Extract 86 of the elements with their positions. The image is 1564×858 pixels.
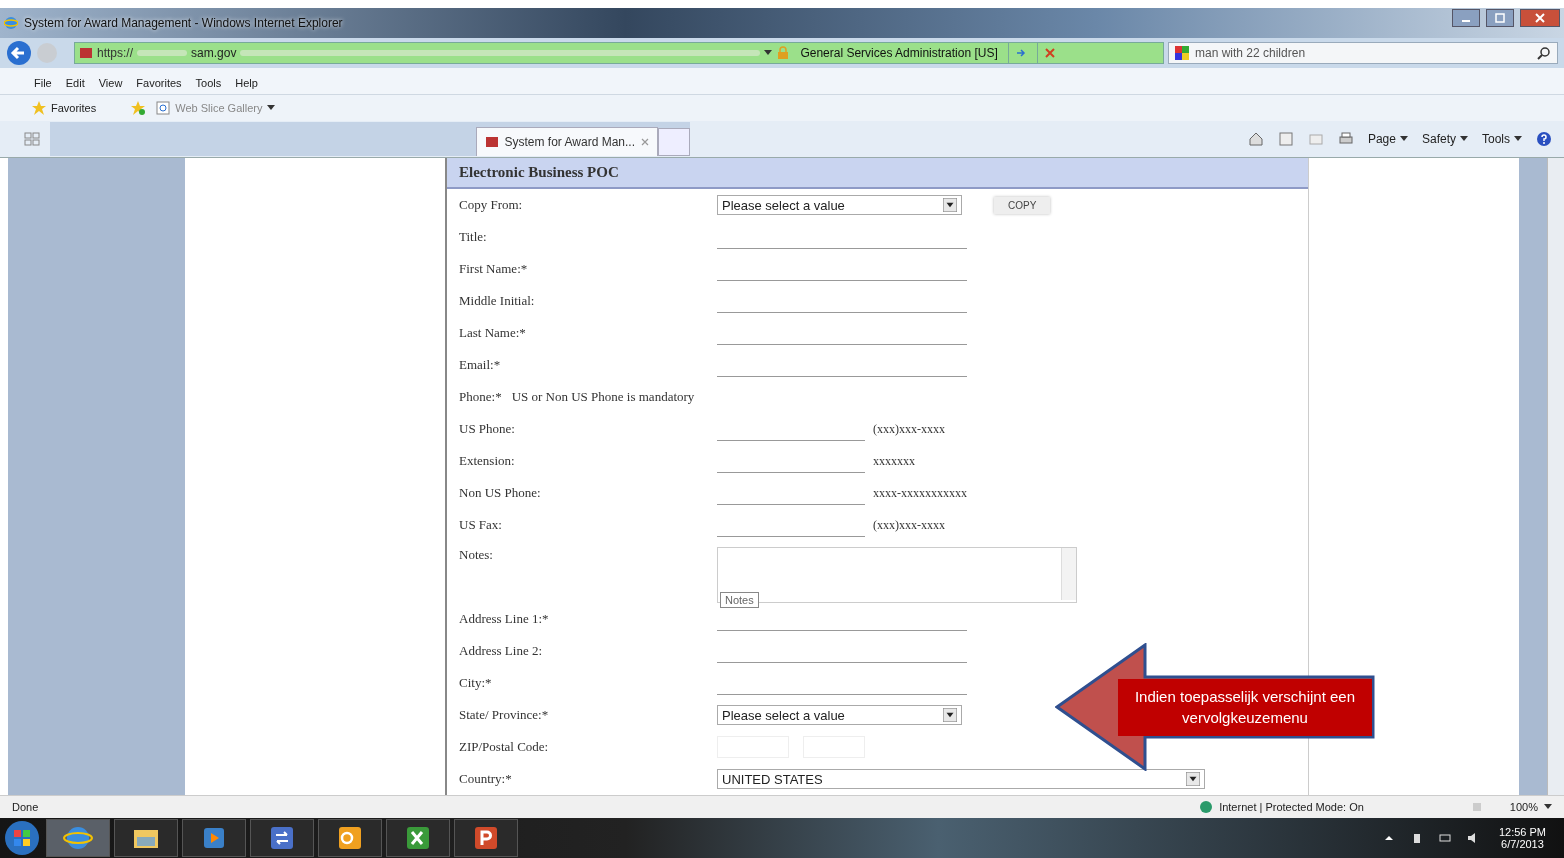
field-label: US Phone: — [459, 421, 516, 437]
select-field[interactable]: UNITED STATES — [717, 769, 1205, 789]
home-icon[interactable] — [1247, 131, 1264, 147]
site-icon — [484, 135, 499, 149]
caret-icon[interactable] — [1544, 804, 1552, 810]
field-label: Address Line 1:* — [459, 611, 550, 627]
field-label: Address Line 2: — [459, 643, 544, 659]
menu-item[interactable]: Tools — [195, 77, 222, 89]
menu-item[interactable]: Help — [235, 77, 258, 89]
field-label: Copy From: — [459, 197, 524, 213]
menu-item[interactable]: Favorites — [136, 77, 182, 89]
field-label: ZIP/Postal Code: — [459, 739, 550, 755]
web-slice-icon[interactable] — [156, 101, 171, 115]
close-icon — [1535, 13, 1545, 23]
command-menu[interactable]: Safety — [1421, 132, 1456, 146]
address-field[interactable]: https:// sam.gov General Services Administration [US] — [74, 42, 1164, 64]
caret-icon[interactable] — [1399, 136, 1408, 142]
section-title: Electronic Business POC — [447, 158, 1308, 189]
format-hint: (xxx)xxx-xxxx — [873, 421, 945, 437]
command-menu[interactable]: Tools — [1482, 132, 1510, 146]
maximize-icon — [1495, 13, 1505, 23]
refresh-icon[interactable] — [1014, 47, 1027, 59]
select-field[interactable]: Please select a value — [717, 705, 962, 725]
quick-tabs-icon[interactable] — [24, 132, 40, 146]
caret-icon[interactable] — [1460, 136, 1468, 142]
clock[interactable]: 12:56 PM 6/7/2013 — [1488, 826, 1564, 850]
field-label: Title: — [459, 229, 488, 245]
site-icon — [79, 46, 93, 60]
add-favorite-icon[interactable] — [131, 101, 146, 115]
window-title: System for Award Management - Windows Internet Explorer — [24, 16, 343, 30]
zoom-level[interactable]: 100% — [1509, 801, 1538, 813]
close-button[interactable] — [1520, 9, 1560, 27]
minimize-icon — [1462, 20, 1470, 22]
maximize-button[interactable] — [1486, 9, 1514, 27]
format-hint: (xxx)xxx-xxxx — [873, 517, 945, 533]
field-label: Notes: — [459, 547, 494, 563]
field-label: City:* — [459, 675, 493, 691]
tab-title[interactable]: System for Award Man... — [504, 135, 635, 149]
field-label: Country:* — [459, 771, 513, 787]
scrollbar[interactable] — [1547, 158, 1564, 795]
field-label: Last Name:* — [459, 325, 527, 341]
field-label: Extension: — [459, 453, 516, 469]
favorites-button[interactable]: Favorites — [51, 102, 97, 114]
field-label: State/ Province:* — [459, 707, 550, 723]
search-icon[interactable] — [1537, 46, 1551, 60]
stop-icon[interactable] — [1043, 47, 1056, 59]
scrollbar[interactable] — [1061, 548, 1076, 600]
security-zone: Internet | Protected Mode: On — [1219, 801, 1364, 813]
dropdown-icon[interactable] — [1186, 772, 1200, 786]
lock-icon — [776, 46, 791, 60]
search-field[interactable]: man with 22 children — [1168, 42, 1558, 64]
command-menu[interactable]: Page — [1367, 132, 1396, 146]
callout-text: Indien toepasselijk verschijnt een vervolgkeuzemenu — [1118, 679, 1372, 736]
start-button[interactable] — [2, 818, 42, 858]
format-hint: xxxx-xxxxxxxxxxx — [873, 485, 967, 501]
field-label: US Fax: — [459, 517, 503, 533]
field-label: Email:* — [459, 357, 502, 373]
security-label[interactable]: General Services Administration [US] — [794, 46, 1004, 60]
browser-tab[interactable]: System for Award Man... — [475, 127, 658, 156]
caret-icon[interactable] — [1514, 136, 1522, 142]
help-icon[interactable] — [1536, 131, 1552, 147]
format-hint: xxxxxxx — [873, 453, 915, 469]
print-icon[interactable] — [1337, 131, 1354, 147]
field-label: Phone:* — [459, 389, 502, 405]
field-label: First Name:* — [459, 261, 529, 277]
tooltip: Notes — [720, 592, 759, 608]
dropdown-icon[interactable] — [943, 198, 957, 212]
globe-icon — [1199, 800, 1214, 814]
copy-button[interactable]: COPY — [994, 196, 1051, 214]
caret-icon[interactable] — [764, 50, 773, 56]
minimize-button[interactable] — [1452, 9, 1480, 27]
browser-icon — [4, 16, 18, 30]
caret-icon[interactable] — [267, 105, 276, 111]
dropdown-icon[interactable] — [943, 708, 957, 722]
menu-item[interactable]: Edit — [65, 77, 85, 89]
close-icon[interactable] — [641, 138, 649, 146]
search-provider-icon — [1175, 46, 1189, 60]
phone-note: US or Non US Phone is mandatory — [511, 389, 695, 405]
field-label: Middle Initial: — [459, 293, 536, 309]
status-text: Done — [12, 801, 39, 813]
menu-item[interactable]: File — [34, 77, 52, 89]
star-icon[interactable] — [32, 101, 46, 115]
back-icon[interactable] — [6, 40, 32, 66]
select-field[interactable]: Please select a value — [717, 195, 962, 215]
field-label: Non US Phone: — [459, 485, 542, 501]
menu-item[interactable]: View — [98, 77, 123, 89]
